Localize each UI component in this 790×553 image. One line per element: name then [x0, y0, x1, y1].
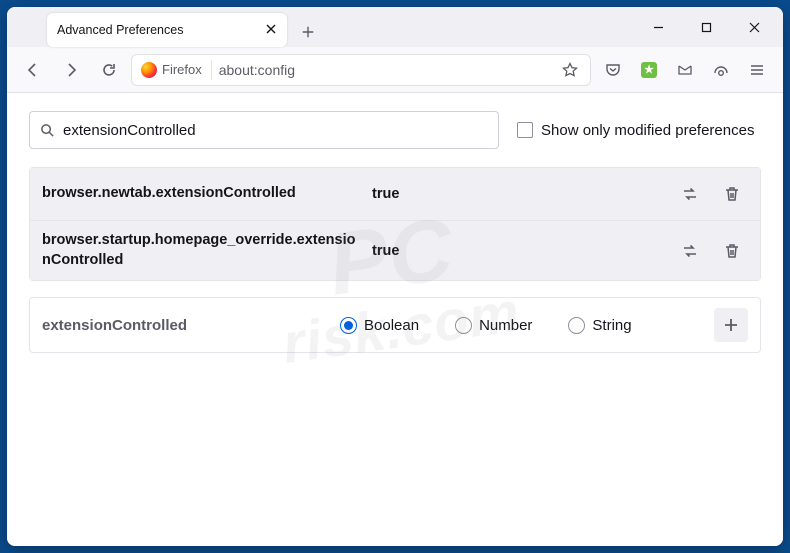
- tab-advanced-preferences[interactable]: Advanced Preferences: [47, 13, 287, 47]
- pref-row[interactable]: browser.newtab.extensionControlled true: [30, 168, 760, 220]
- app-menu-icon[interactable]: [741, 54, 773, 86]
- firefox-logo-icon: [141, 62, 157, 78]
- radio-icon: [340, 317, 357, 334]
- radio-label: String: [592, 317, 631, 334]
- about-config-content: Show only modified preferences browser.n…: [7, 93, 783, 546]
- radio-label: Number: [479, 317, 532, 334]
- type-radio-group: Boolean Number String: [340, 317, 706, 334]
- radio-string[interactable]: String: [568, 317, 631, 334]
- new-pref-row: extensionControlled Boolean Number Strin…: [29, 297, 761, 353]
- search-icon: [40, 123, 55, 138]
- checkbox-label-text: Show only modified preferences: [541, 122, 754, 139]
- extension-icon[interactable]: ★: [633, 54, 665, 86]
- radio-boolean[interactable]: Boolean: [340, 317, 419, 334]
- close-window-button[interactable]: [731, 11, 777, 43]
- radio-icon: [568, 317, 585, 334]
- search-input[interactable]: [63, 122, 488, 139]
- show-modified-checkbox[interactable]: Show only modified preferences: [517, 122, 754, 139]
- tab-bar: Advanced Preferences: [7, 7, 783, 47]
- tab-title: Advanced Preferences: [57, 23, 257, 37]
- add-pref-button[interactable]: [714, 308, 748, 342]
- new-pref-name: extensionControlled: [42, 317, 332, 334]
- pref-name: browser.startup.homepage_override.extens…: [42, 231, 362, 270]
- pref-row[interactable]: browser.startup.homepage_override.extens…: [30, 220, 760, 280]
- inbox-icon[interactable]: [669, 54, 701, 86]
- url-text: about:config: [219, 62, 549, 78]
- identity-box[interactable]: Firefox: [138, 60, 212, 80]
- close-icon[interactable]: [265, 23, 277, 38]
- pocket-icon[interactable]: [597, 54, 629, 86]
- maximize-button[interactable]: [683, 11, 729, 43]
- browser-window: Advanced Preferences: [7, 7, 783, 546]
- radio-label: Boolean: [364, 317, 419, 334]
- delete-button[interactable]: [716, 235, 748, 267]
- minimize-button[interactable]: [635, 11, 681, 43]
- prefs-table: browser.newtab.extensionControlled true …: [29, 167, 761, 281]
- search-row: Show only modified preferences: [29, 111, 761, 149]
- window-controls: [635, 11, 777, 43]
- identity-label: Firefox: [162, 62, 202, 77]
- pref-name: browser.newtab.extensionControlled: [42, 184, 362, 204]
- pref-value: true: [372, 243, 664, 259]
- toolbar-icons: ★: [597, 54, 773, 86]
- url-bar[interactable]: Firefox about:config: [131, 54, 591, 86]
- checkbox-icon: [517, 122, 533, 138]
- radio-icon: [455, 317, 472, 334]
- delete-button[interactable]: [716, 178, 748, 210]
- pref-search-box[interactable]: [29, 111, 499, 149]
- toggle-button[interactable]: [674, 235, 706, 267]
- new-tab-button[interactable]: [293, 17, 323, 47]
- bookmark-star-icon[interactable]: [556, 62, 584, 78]
- toggle-button[interactable]: [674, 178, 706, 210]
- account-icon[interactable]: [705, 54, 737, 86]
- back-button[interactable]: [17, 54, 49, 86]
- radio-number[interactable]: Number: [455, 317, 532, 334]
- forward-button[interactable]: [55, 54, 87, 86]
- reload-button[interactable]: [93, 54, 125, 86]
- pref-value: true: [372, 186, 664, 202]
- nav-toolbar: Firefox about:config ★: [7, 47, 783, 93]
